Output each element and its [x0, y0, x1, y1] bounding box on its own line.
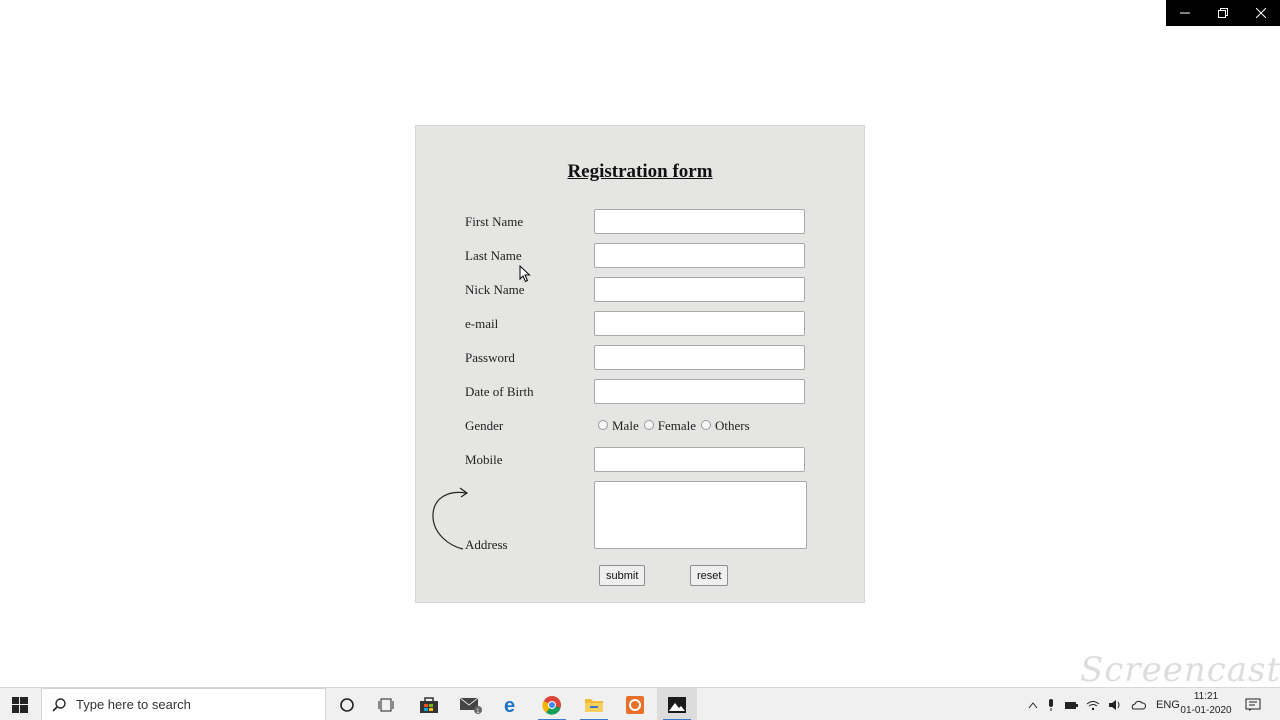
chrome-button[interactable] — [532, 688, 572, 720]
form-title: Registration form — [567, 161, 713, 182]
restore-icon — [1218, 8, 1228, 18]
registration-form-panel: Registration form First Name Last Name N… — [415, 125, 865, 603]
first-name-label: First Name — [465, 214, 524, 229]
mail-icon: 1 — [459, 697, 482, 714]
cortana-button[interactable] — [327, 688, 367, 720]
screen-recorder-button[interactable] — [615, 688, 655, 720]
volume-icon[interactable] — [1108, 699, 1122, 711]
task-view-icon — [378, 698, 394, 711]
submit-button[interactable]: submit — [599, 565, 646, 586]
screencast-watermark: Screencast — [1080, 650, 1280, 690]
reset-button[interactable]: reset — [690, 565, 729, 586]
date-of-birth-input[interactable] — [594, 379, 805, 404]
gender-radio-group: Male Female Others — [598, 418, 755, 434]
file-explorer-button[interactable] — [574, 688, 614, 720]
first-name-input[interactable] — [594, 209, 805, 234]
store-button[interactable] — [409, 688, 449, 720]
gender-male-radio[interactable] — [598, 420, 608, 430]
address-textarea[interactable] — [594, 481, 807, 549]
taskbar-search-box[interactable]: Type here to search — [41, 688, 326, 720]
edge-icon: e — [504, 695, 515, 715]
gender-male-label: Male — [612, 418, 639, 433]
minimize-button[interactable] — [1166, 0, 1204, 26]
close-button[interactable] — [1242, 0, 1280, 26]
notification-icon — [1245, 698, 1261, 711]
nick-name-label: Nick Name — [465, 282, 525, 297]
start-button[interactable] — [0, 688, 40, 720]
chevron-up-icon[interactable] — [1028, 701, 1038, 709]
address-label: Address — [465, 537, 508, 552]
taskbar-clock[interactable]: 11:21 01-01-2020 — [1178, 690, 1234, 718]
mobile-input[interactable] — [594, 447, 805, 472]
system-tray: ENG — [1028, 688, 1190, 720]
mobile-label: Mobile — [465, 452, 503, 467]
search-placeholder: Type here to search — [76, 697, 191, 712]
edge-button[interactable]: e — [492, 688, 532, 720]
battery-icon[interactable] — [1064, 700, 1078, 710]
gender-label: Gender — [465, 418, 504, 433]
nick-name-input[interactable] — [594, 277, 805, 302]
date-of-birth-label: Date of Birth — [465, 384, 534, 399]
clock-date: 01-01-2020 — [1180, 705, 1232, 716]
password-label: Password — [465, 350, 515, 365]
window-caption-buttons — [1166, 0, 1280, 26]
gender-others-label: Others — [714, 418, 750, 433]
chrome-icon — [542, 695, 561, 715]
email-input[interactable] — [594, 311, 805, 336]
input-language[interactable]: ENG — [1156, 699, 1180, 711]
mouse-cursor-icon — [519, 265, 531, 283]
onedrive-icon[interactable] — [1130, 700, 1146, 710]
microphone-icon[interactable] — [1046, 698, 1056, 712]
hand-drawn-arrow-annotation — [432, 487, 469, 550]
wifi-icon[interactable] — [1086, 699, 1100, 711]
taskbar: Type here to search 1 e ENG 11:21 01-01-… — [0, 687, 1280, 720]
file-explorer-icon — [585, 698, 603, 712]
photos-button[interactable] — [657, 688, 697, 720]
task-view-button[interactable] — [367, 688, 407, 720]
cortana-icon — [340, 697, 354, 712]
gender-others-radio[interactable] — [700, 420, 711, 430]
last-name-input[interactable] — [594, 243, 805, 268]
screen-recorder-icon — [626, 695, 644, 714]
minimize-icon — [1180, 12, 1190, 14]
email-label: e-mail — [465, 316, 499, 331]
gender-female-radio[interactable] — [643, 420, 654, 430]
windows-logo-icon — [12, 696, 28, 713]
photos-icon — [668, 696, 686, 713]
last-name-label: Last Name — [465, 248, 522, 263]
clock-time: 11:21 — [1193, 691, 1219, 702]
search-icon — [52, 697, 66, 712]
close-icon — [1256, 8, 1266, 18]
mail-button[interactable]: 1 — [451, 688, 491, 720]
action-center-button[interactable] — [1236, 688, 1270, 720]
password-input[interactable] — [594, 345, 805, 370]
restore-button[interactable] — [1204, 0, 1242, 26]
store-icon — [420, 696, 438, 713]
gender-female-label: Female — [657, 418, 696, 433]
svg-text:e: e — [504, 695, 515, 715]
